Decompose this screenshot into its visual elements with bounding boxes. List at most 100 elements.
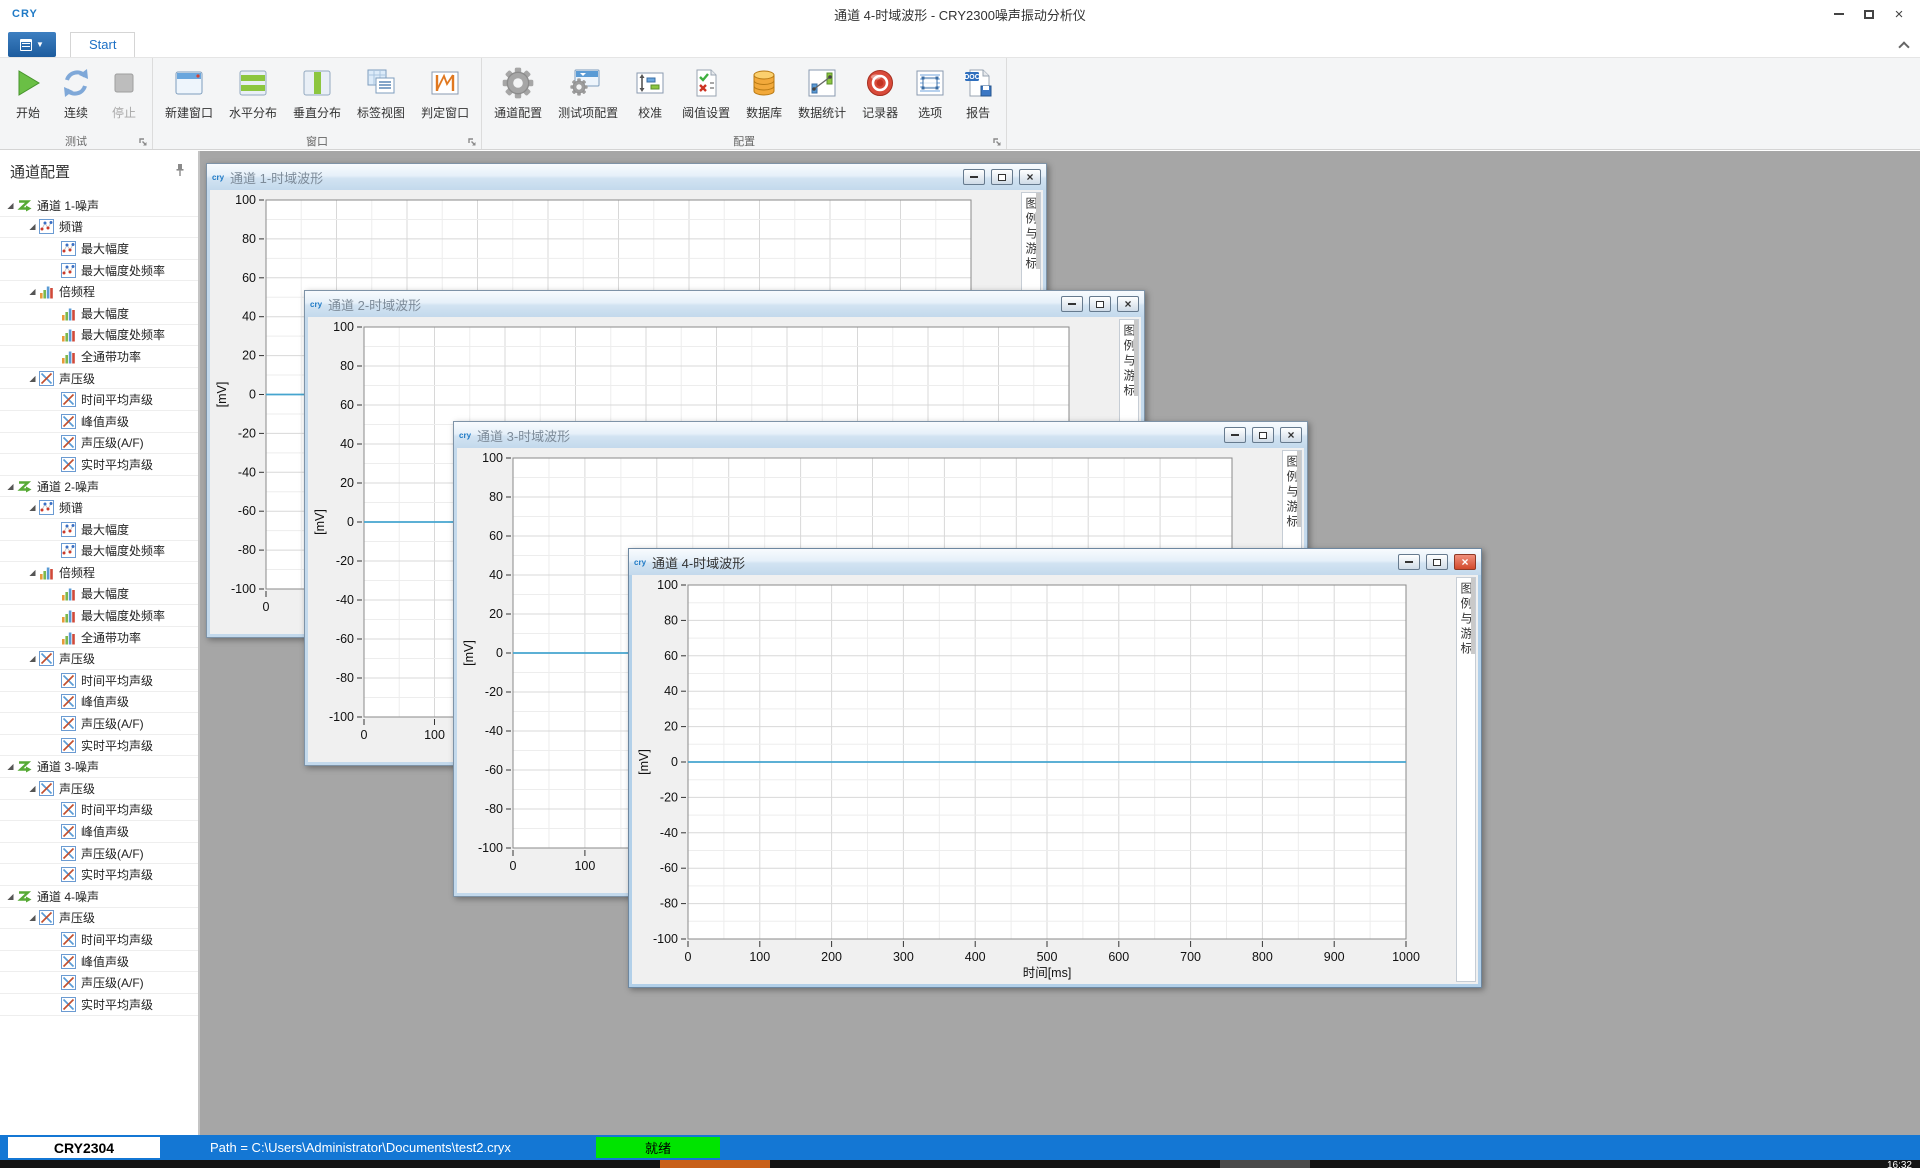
mdi-close-button[interactable]: ×	[1280, 427, 1302, 443]
mdi-restore-button[interactable]	[991, 169, 1013, 185]
tree-item[interactable]: 最大幅度处频率	[0, 541, 198, 563]
tree-item[interactable]: 最大幅度处频率	[0, 260, 198, 282]
mdi-minimize-button[interactable]	[1224, 427, 1246, 443]
ribbon-button[interactable]: 停止	[100, 59, 148, 123]
tree-item[interactable]: 声压级(A/F)	[0, 843, 198, 865]
tree-expander-icon[interactable]: ◢	[4, 762, 17, 771]
ribbon-button[interactable]: 测试项配置	[550, 59, 626, 123]
dialog-launcher-icon[interactable]	[992, 135, 1003, 146]
ribbon-button[interactable]: 选项	[906, 59, 954, 123]
ribbon-button[interactable]: 判定窗口	[413, 59, 477, 123]
mdi-window-titlebar[interactable]: cry通道 4-时域波形×	[629, 549, 1481, 575]
ribbon-button[interactable]: 水平分布	[221, 59, 285, 123]
tree-item[interactable]: 声压级(A/F)	[0, 713, 198, 735]
legend-splitter-handle[interactable]	[1036, 193, 1040, 269]
tree-item[interactable]: 全通带功率	[0, 627, 198, 649]
mdi-close-button[interactable]: ×	[1117, 296, 1139, 312]
legend-splitter-handle[interactable]	[1134, 320, 1138, 396]
tree-expander-icon[interactable]: ◢	[26, 568, 39, 577]
minimize-icon[interactable]	[1824, 2, 1854, 26]
tree-expander-icon[interactable]: ◢	[26, 222, 39, 231]
ribbon-button[interactable]: 新建窗口	[157, 59, 221, 123]
tree-item[interactable]: 最大幅度	[0, 519, 198, 541]
tree-item[interactable]: 全通带功率	[0, 346, 198, 368]
tree-item[interactable]: ◢声压级	[0, 908, 198, 930]
tree-item[interactable]: 最大幅度	[0, 584, 198, 606]
tree-item[interactable]: 最大幅度处频率	[0, 325, 198, 347]
tree-item[interactable]: 声压级(A/F)	[0, 972, 198, 994]
tree-item[interactable]: 时间平均声级	[0, 670, 198, 692]
dialog-launcher-icon[interactable]	[467, 135, 478, 146]
ribbon-button[interactable]: 数据库	[738, 59, 790, 123]
tree-item[interactable]: 时间平均声级	[0, 389, 198, 411]
tree-expander-icon[interactable]: ◢	[26, 784, 39, 793]
tree-item[interactable]: 峰值声级	[0, 692, 198, 714]
tree-item[interactable]: 实时平均声级	[0, 735, 198, 757]
tree-item[interactable]: 峰值声级	[0, 951, 198, 973]
tree-item[interactable]: 实时平均声级	[0, 994, 198, 1016]
mdi-window[interactable]: cry通道 4-时域波形×100806040200-20-40-60-80-10…	[628, 548, 1482, 988]
mdi-window-titlebar[interactable]: cry通道 1-时域波形×	[207, 164, 1046, 190]
tree-item[interactable]: 实时平均声级	[0, 864, 198, 886]
maximize-icon[interactable]	[1854, 2, 1884, 26]
tree-expander-icon[interactable]: ◢	[4, 201, 17, 210]
tree-item[interactable]: ◢声压级	[0, 778, 198, 800]
mdi-minimize-button[interactable]	[1061, 296, 1083, 312]
tree-item[interactable]: ◢通道 4-噪声	[0, 886, 198, 908]
tree-item[interactable]: ◢通道 1-噪声	[0, 195, 198, 217]
tree-expander-icon[interactable]: ◢	[26, 654, 39, 663]
mdi-window-titlebar[interactable]: cry通道 3-时域波形×	[454, 422, 1307, 448]
tree-expander-icon[interactable]: ◢	[26, 287, 39, 296]
taskbar-app-gray[interactable]	[1220, 1160, 1310, 1168]
tree-item[interactable]: ◢通道 2-噪声	[0, 476, 198, 498]
tree-expander-icon[interactable]: ◢	[4, 892, 17, 901]
tree-item[interactable]: 最大幅度	[0, 303, 198, 325]
app-menu-button[interactable]: ▼	[8, 32, 56, 57]
mdi-restore-button[interactable]	[1426, 554, 1448, 570]
tree-item[interactable]: ◢倍频程	[0, 562, 198, 584]
ribbon-button[interactable]: 记录器	[854, 59, 906, 123]
ribbon-button[interactable]: 数据统计	[790, 59, 854, 123]
ribbon-button[interactable]: 垂直分布	[285, 59, 349, 123]
ribbon-button[interactable]: 通道配置	[486, 59, 550, 123]
tree-item[interactable]: 实时平均声级	[0, 454, 198, 476]
tree-item[interactable]: 峰值声级	[0, 411, 198, 433]
tree-item[interactable]: ◢通道 3-噪声	[0, 756, 198, 778]
tree-item[interactable]: 峰值声级	[0, 821, 198, 843]
tree-item[interactable]: ◢声压级	[0, 368, 198, 390]
ribbon-button[interactable]: DOC报告	[954, 59, 1002, 123]
ribbon-button[interactable]: 校准	[626, 59, 674, 123]
ribbon-button[interactable]: 连续	[52, 59, 100, 123]
tree-item[interactable]: 最大幅度	[0, 238, 198, 260]
tree-item[interactable]: 时间平均声级	[0, 800, 198, 822]
tree-item[interactable]: 声压级(A/F)	[0, 433, 198, 455]
tree-item[interactable]: ◢频谱	[0, 217, 198, 239]
tree-item[interactable]: 最大幅度处频率	[0, 605, 198, 627]
mdi-restore-button[interactable]	[1089, 296, 1111, 312]
tree-expander-icon[interactable]: ◢	[26, 374, 39, 383]
mdi-minimize-button[interactable]	[1398, 554, 1420, 570]
mdi-close-button[interactable]: ×	[1454, 554, 1476, 570]
legend-cursor-panel[interactable]: 图例与游标	[1456, 577, 1476, 982]
ribbon-button[interactable]: 标签视图	[349, 59, 413, 123]
mdi-minimize-button[interactable]	[963, 169, 985, 185]
legend-splitter-handle[interactable]	[1297, 451, 1301, 527]
dialog-launcher-icon[interactable]	[138, 135, 149, 146]
tree-expander-icon[interactable]: ◢	[26, 503, 39, 512]
close-icon[interactable]: ×	[1884, 2, 1914, 26]
tree-item[interactable]: ◢倍频程	[0, 281, 198, 303]
tree-item[interactable]: ◢频谱	[0, 497, 198, 519]
mdi-window-titlebar[interactable]: cry通道 2-时域波形×	[305, 291, 1144, 317]
taskbar-app-orange[interactable]	[660, 1160, 770, 1168]
tree-expander-icon[interactable]: ◢	[26, 913, 39, 922]
tab-start[interactable]: Start	[70, 32, 135, 57]
ribbon-collapse-chevron-icon[interactable]	[1898, 41, 1909, 52]
pin-icon[interactable]	[174, 163, 186, 181]
mdi-restore-button[interactable]	[1252, 427, 1274, 443]
ribbon-button[interactable]: 开始	[4, 59, 52, 123]
tree-item[interactable]: ◢声压级	[0, 648, 198, 670]
tree-item[interactable]: 时间平均声级	[0, 929, 198, 951]
ribbon-button[interactable]: 阈值设置	[674, 59, 738, 123]
tree-expander-icon[interactable]: ◢	[4, 482, 17, 491]
mdi-close-button[interactable]: ×	[1019, 169, 1041, 185]
